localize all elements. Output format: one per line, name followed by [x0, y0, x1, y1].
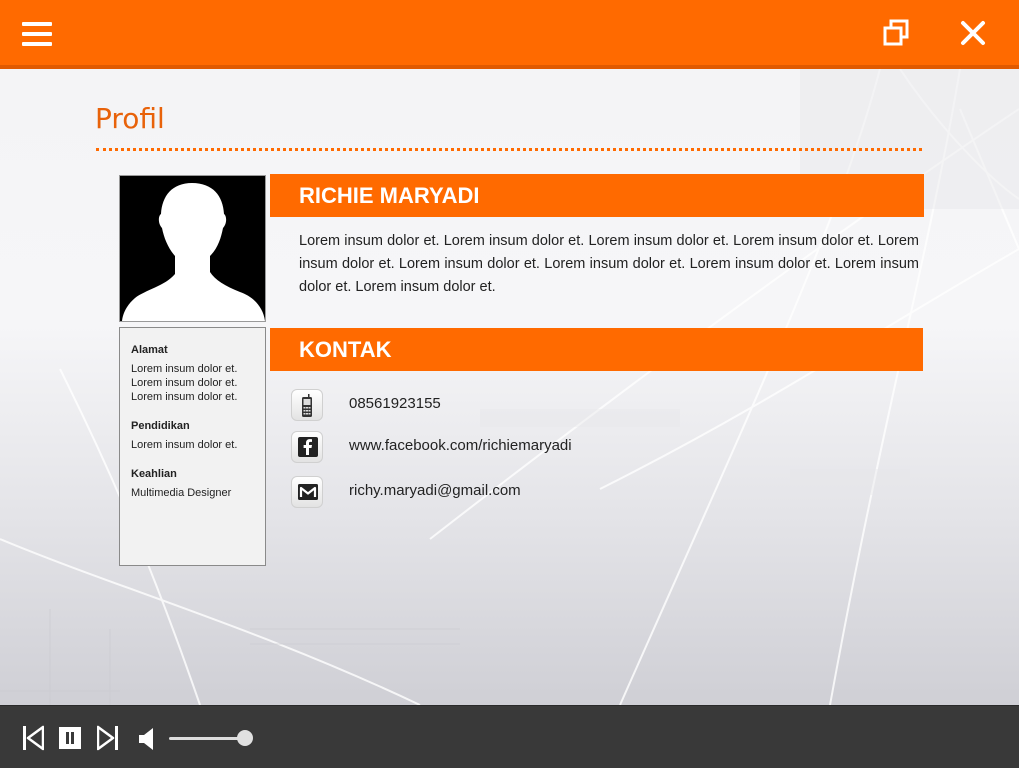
- contact-phone[interactable]: 08561923155: [291, 389, 611, 421]
- education-heading: Pendidikan: [131, 420, 190, 432]
- profile-name: RICHIE MARYADI: [270, 174, 924, 217]
- contact-heading: KONTAK: [270, 328, 923, 371]
- close-icon[interactable]: [958, 18, 988, 48]
- skills-heading: Keahlian: [131, 468, 177, 480]
- profile-photo: [119, 175, 266, 322]
- title-bar: [0, 0, 1019, 69]
- skip-previous-icon[interactable]: [22, 725, 45, 756]
- silhouette-avatar-icon: [120, 176, 265, 321]
- address-line: Lorem insum dolor et.: [131, 391, 238, 403]
- gmail-icon: [291, 476, 323, 508]
- skip-next-icon[interactable]: [96, 725, 119, 756]
- education-section: Pendidikan Lorem insum dolor et.: [131, 420, 255, 454]
- media-player-bar: [0, 705, 1019, 768]
- skills-line: Multimedia Designer: [131, 487, 232, 499]
- volume-slider-track[interactable]: [169, 737, 245, 740]
- profile-bio: Lorem insum dolor et. Lorem insum dolor …: [299, 233, 919, 295]
- pause-icon[interactable]: [59, 727, 81, 754]
- hamburger-menu-icon[interactable]: [22, 22, 52, 48]
- contact-email-text: richy.maryadi@gmail.com: [349, 482, 521, 499]
- page-title: Profil: [95, 102, 165, 135]
- contact-phone-text: 08561923155: [349, 395, 441, 412]
- title-divider: [96, 148, 922, 151]
- contact-email[interactable]: richy.maryadi@gmail.com: [291, 476, 611, 508]
- address-section: Alamat Lorem insum dolor et. Lorem insum…: [131, 344, 255, 406]
- skills-section: Keahlian Multimedia Designer: [131, 468, 255, 502]
- speaker-icon[interactable]: [138, 727, 156, 756]
- education-line: Lorem insum dolor et.: [131, 439, 238, 451]
- mobile-phone-icon: [291, 389, 323, 421]
- address-heading: Alamat: [131, 344, 168, 356]
- facebook-icon: [291, 431, 323, 463]
- volume-slider-handle[interactable]: [237, 730, 253, 746]
- window-restore-icon[interactable]: [882, 18, 912, 48]
- contact-facebook[interactable]: www.facebook.com/richiemaryadi: [291, 431, 611, 463]
- profile-details-box: Alamat Lorem insum dolor et. Lorem insum…: [119, 327, 266, 566]
- contact-facebook-text: www.facebook.com/richiemaryadi: [349, 437, 572, 454]
